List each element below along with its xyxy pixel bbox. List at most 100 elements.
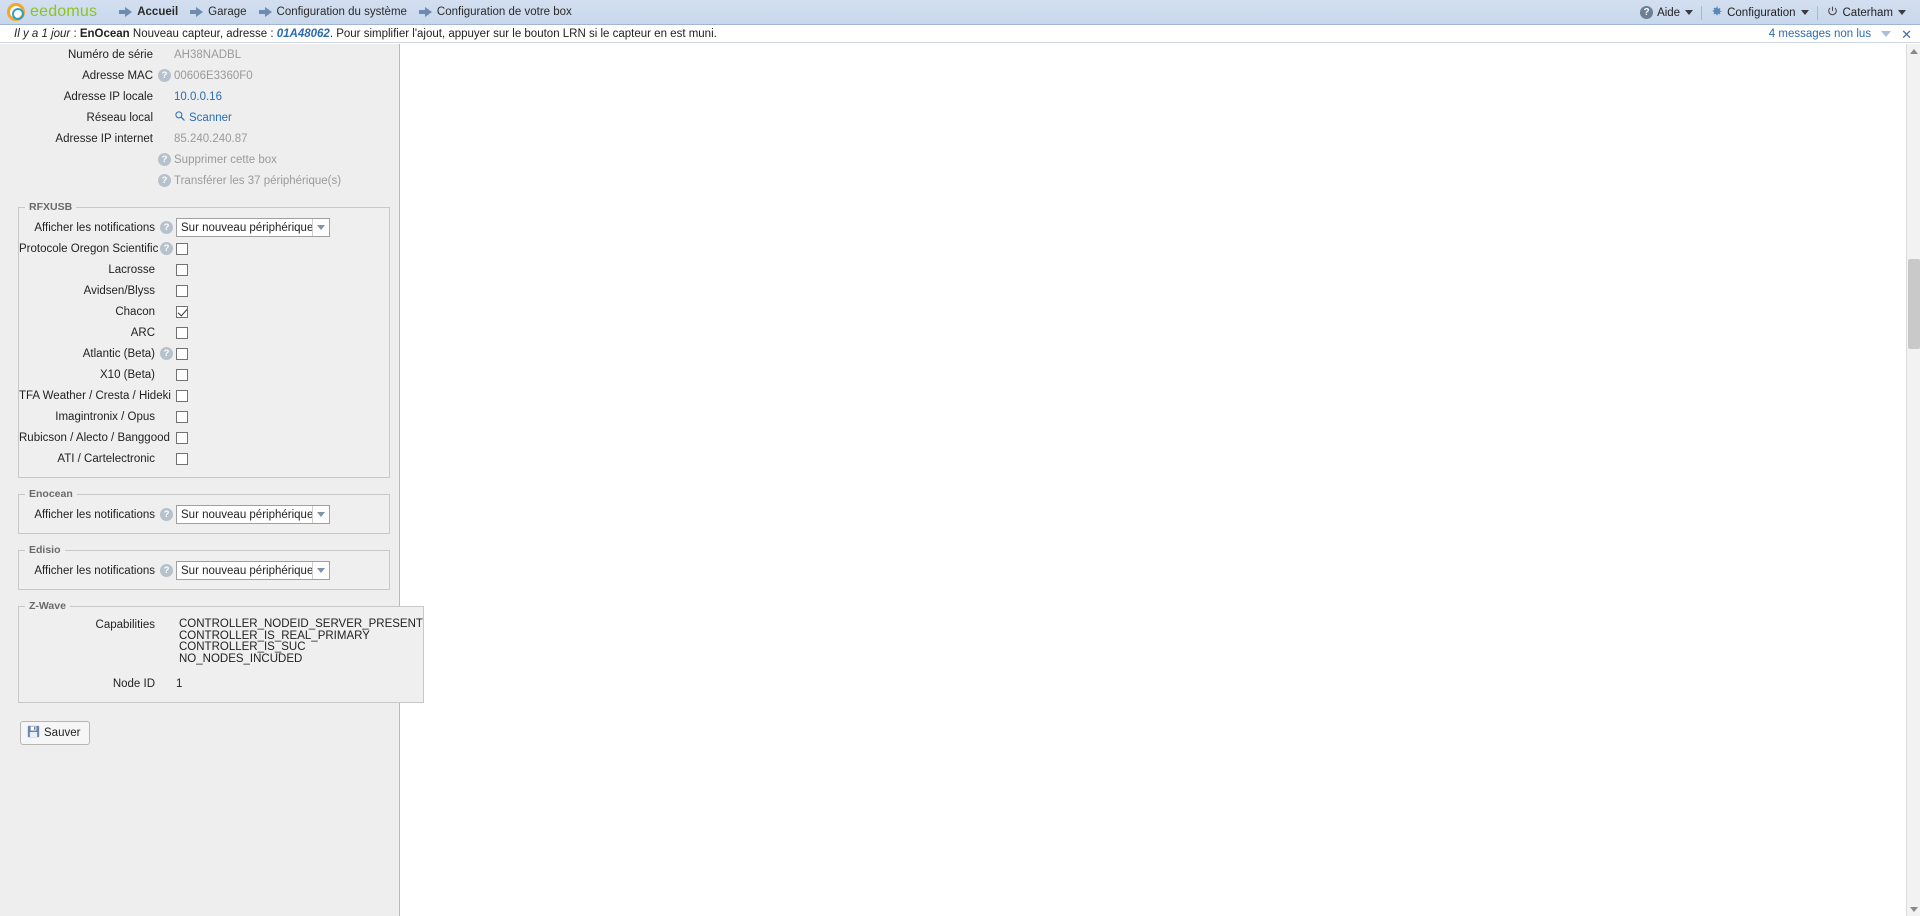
message-text-before: Nouveau capteur, adresse :	[129, 27, 277, 40]
checkbox-chacon[interactable]	[176, 305, 188, 318]
checkbox-label: Lacrosse	[108, 263, 155, 276]
help-circle-icon[interactable]: ?	[160, 347, 173, 360]
help-circle-icon[interactable]: ?	[160, 508, 173, 521]
help-menu[interactable]: ? Aide	[1632, 6, 1701, 19]
arrow-right-icon	[418, 7, 433, 17]
notification-message-text: Il y a 1 jour : EnOcean Nouveau capteur,…	[14, 28, 717, 40]
help-circle-icon[interactable]: ?	[160, 564, 173, 577]
nav-item-label: Garage	[208, 6, 247, 18]
enocean-notifications-select[interactable]: Sur nouveau périphérique	[176, 505, 330, 524]
checkbox-label: ARC	[130, 326, 155, 339]
help-menu-label: Aide	[1657, 6, 1681, 19]
brand-domus: domus	[48, 3, 98, 20]
rfxusb-checkbox-row: Rubicson / Alecto / Banggood	[19, 427, 389, 448]
eedomus-ring-logo	[7, 3, 25, 21]
scroll-up-arrow-icon[interactable]	[1907, 44, 1920, 58]
nav-item-label: Configuration du système	[276, 6, 407, 18]
edisio-notifications-select[interactable]: Sur nouveau périphérique	[176, 561, 330, 580]
box-configuration-panel: Numéro de série AH38NADBL Adresse MAC ? …	[0, 44, 424, 916]
notification-message-bar: Il y a 1 jour : EnOcean Nouveau capteur,…	[0, 25, 1920, 43]
nav-item-label: Configuration de votre box	[436, 6, 572, 18]
zwave-capabilities-row: Capabilities CONTROLLER_NODEID_SERVER_PR…	[19, 616, 423, 665]
capability-item: CONTROLLER_NODEID_SERVER_PRESENT	[179, 618, 423, 630]
right-content-pane	[401, 44, 1920, 916]
mac-address-label: Adresse MAC	[82, 69, 153, 82]
help-circle-icon[interactable]: ?	[158, 153, 171, 166]
top-navigation-bar: eedomus Accueil Garage Configuration du …	[0, 0, 1920, 25]
message-address[interactable]: 01A48062	[277, 28, 330, 40]
rfxusb-checkbox-row: Chacon	[19, 301, 389, 322]
nav-item-accueil[interactable]: Accueil	[119, 6, 178, 18]
scrollbar-thumb[interactable]	[1908, 259, 1920, 349]
local-ip-label: Adresse IP locale	[63, 90, 153, 103]
chevron-down-icon	[1898, 10, 1906, 15]
user-menu-label: Caterham	[1842, 6, 1894, 19]
checkbox-atlantic-beta[interactable]	[176, 347, 188, 360]
delete-box-link[interactable]: Supprimer cette box	[174, 154, 277, 166]
checkbox-ati-cartelectronic[interactable]	[176, 452, 188, 465]
checkbox-x10-beta[interactable]	[176, 368, 188, 381]
checkbox-label: X10 (Beta)	[100, 368, 155, 381]
serial-number-label: Numéro de série	[67, 48, 153, 61]
enocean-notifications-value: Sur nouveau périphérique	[181, 508, 314, 521]
checkbox-lacrosse[interactable]	[176, 263, 188, 276]
rfxusb-section: RFXUSB Afficher les notifications ? Sur …	[18, 201, 390, 478]
help-circle-icon[interactable]: ?	[158, 69, 171, 82]
nav-item-garage[interactable]: Garage	[190, 6, 247, 18]
triangle-down-icon[interactable]	[1881, 31, 1892, 37]
configuration-menu[interactable]: Configuration	[1702, 5, 1816, 21]
checkbox-label: Chacon	[115, 305, 155, 318]
row-delete-box: ? Supprimer cette box	[0, 149, 399, 170]
scroll-down-arrow-icon[interactable]	[1907, 902, 1920, 916]
vertical-scrollbar[interactable]	[1906, 44, 1920, 916]
checkbox-label: Imagintronix / Opus	[55, 410, 155, 423]
nav-item-configuration-systeme[interactable]: Configuration du système	[258, 6, 407, 18]
transfer-devices-link[interactable]: Transférer les 37 périphérique(s)	[174, 175, 341, 187]
brand-logo[interactable]: eedomus	[7, 3, 97, 21]
gear-icon	[1710, 5, 1723, 21]
edisio-section: Edisio Afficher les notifications ? Sur …	[18, 544, 390, 590]
rfxusb-checkbox-row: Imagintronix / Opus	[19, 406, 389, 427]
checkbox-arc[interactable]	[176, 326, 188, 339]
checkbox-imagintronix-opus[interactable]	[176, 410, 188, 423]
rfxusb-checkbox-row: Atlantic (Beta) ?	[19, 343, 389, 364]
rfxusb-notifications-row: Afficher les notifications ? Sur nouveau…	[19, 217, 389, 238]
help-circle-icon[interactable]: ?	[160, 221, 173, 234]
checkbox-label: Atlantic (Beta)	[82, 347, 155, 360]
enocean-notifications-row: Afficher les notifications ? Sur nouveau…	[19, 504, 389, 525]
arrow-right-icon	[258, 7, 273, 17]
close-icon[interactable]: ✕	[1901, 28, 1912, 41]
checkbox-protocole-oregon-scientific[interactable]	[176, 242, 188, 255]
checkbox-label: ATI / Cartelectronic	[57, 452, 155, 465]
zwave-capabilities-label: Capabilities	[95, 619, 155, 631]
nav-links: Accueil Garage Configuration du système …	[119, 6, 584, 18]
user-menu[interactable]: Caterham	[1818, 5, 1915, 21]
checkbox-tfa-weather-cresta-hideki[interactable]	[176, 389, 188, 402]
zwave-node-id-value: 1	[176, 677, 183, 690]
help-circle-icon[interactable]: ?	[158, 174, 171, 187]
rfxusb-checkbox-row: ARC	[19, 322, 389, 343]
message-text-after: . Pour simplifier l'ajout, appuyer sur l…	[329, 27, 717, 40]
save-button[interactable]: Sauver	[20, 721, 91, 746]
enocean-notifications-label: Afficher les notifications	[34, 508, 155, 521]
zwave-section: Z-Wave Capabilities CONTROLLER_NODEID_SE…	[18, 600, 424, 704]
row-local-network: Réseau local Scanner	[0, 107, 399, 128]
save-button-label: Sauver	[44, 727, 81, 740]
edisio-notifications-label: Afficher les notifications	[34, 564, 155, 577]
rfxusb-checkbox-row: Lacrosse	[19, 259, 389, 280]
chevron-down-icon	[312, 219, 329, 236]
rfxusb-notifications-select[interactable]: Sur nouveau périphérique	[176, 218, 330, 237]
save-row: Sauver	[20, 721, 399, 746]
nav-item-configuration-box[interactable]: Configuration de votre box	[418, 6, 572, 18]
checkbox-rubicson-alecto-banggood[interactable]	[176, 431, 188, 444]
capability-item: NO_NODES_INCUDED	[179, 652, 303, 665]
brand-ee: ee	[30, 3, 49, 20]
local-ip-value[interactable]: 10.0.0.16	[174, 91, 222, 103]
help-circle-icon[interactable]: ?	[160, 242, 173, 255]
unread-messages-link[interactable]: 4 messages non lus	[1769, 28, 1871, 40]
row-local-ip: Adresse IP locale 10.0.0.16	[0, 86, 399, 107]
checkbox-avidsen-blyss[interactable]	[176, 284, 188, 297]
scanner-button[interactable]: Scanner	[174, 110, 232, 125]
row-serial-number: Numéro de série AH38NADBL	[0, 44, 399, 65]
local-network-label: Réseau local	[86, 111, 153, 124]
